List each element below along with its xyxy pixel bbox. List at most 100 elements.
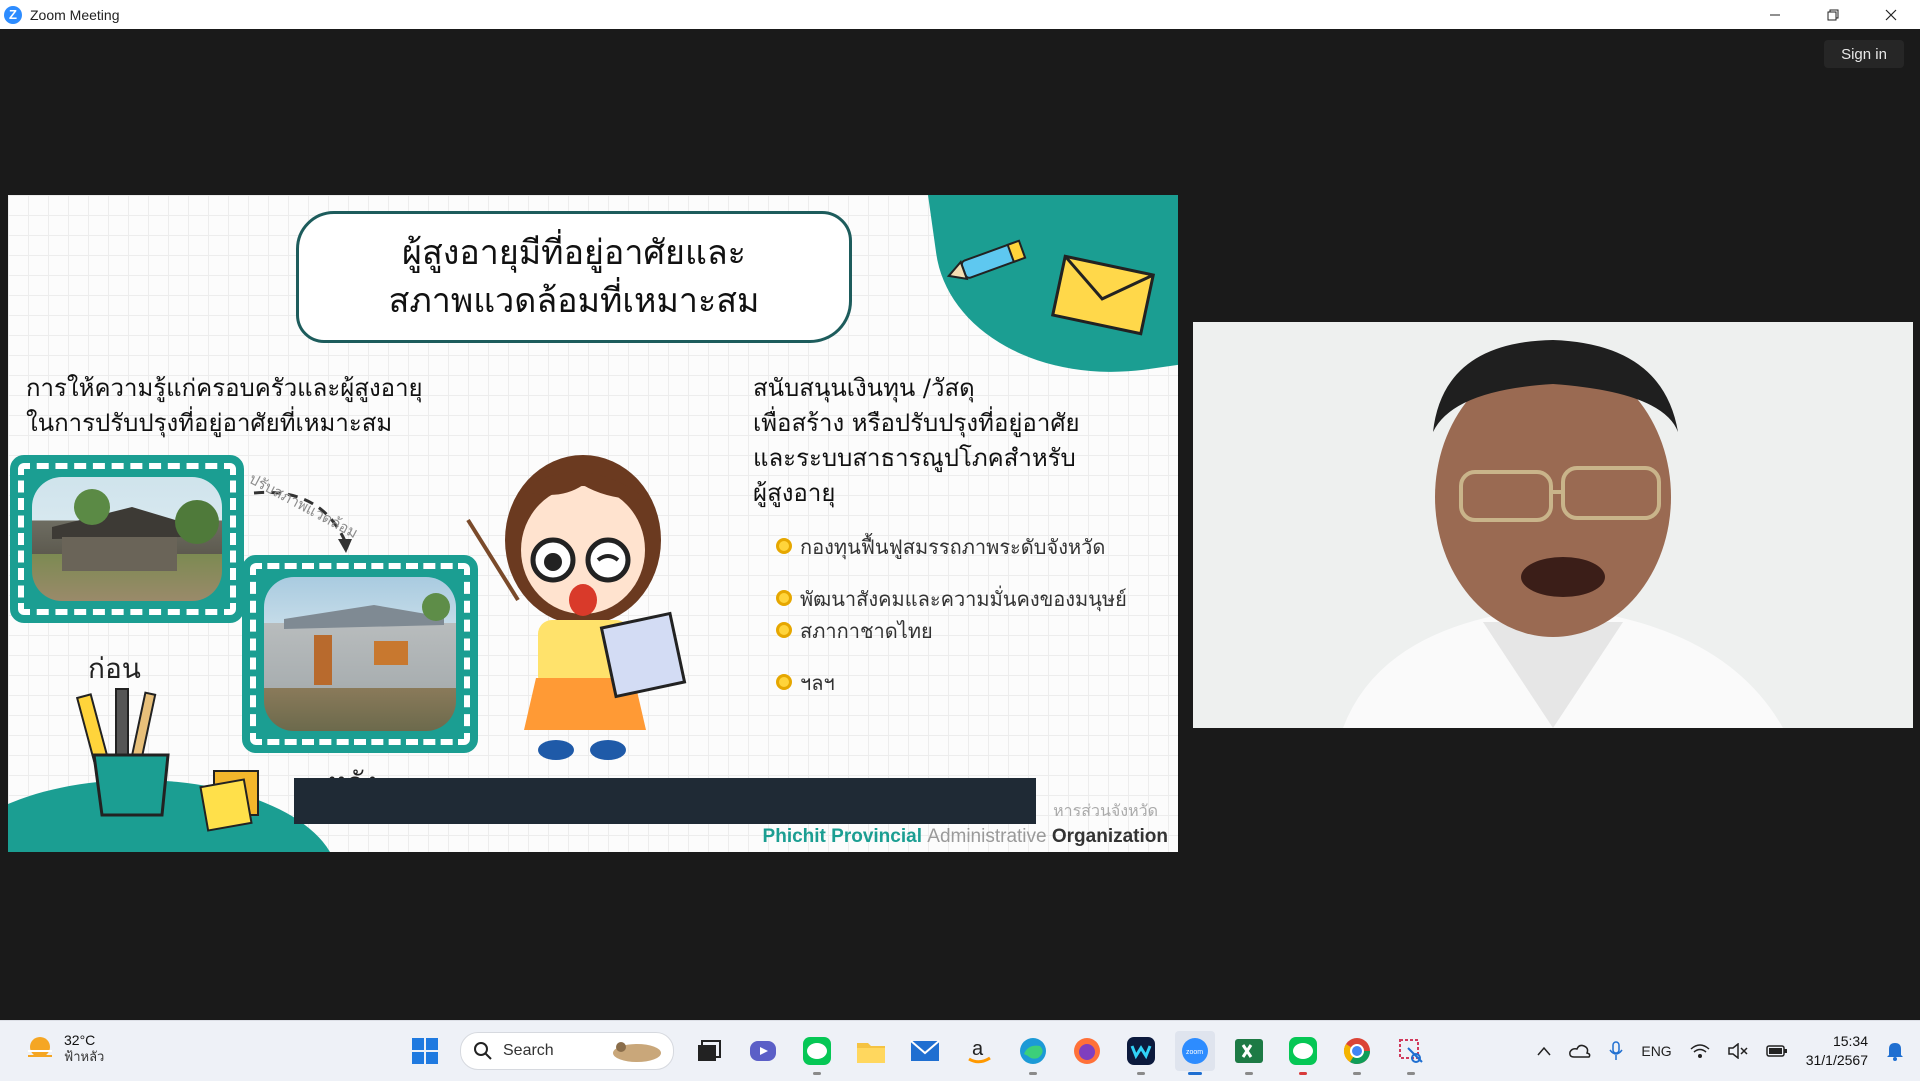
footer-word: Phichit Provincial	[762, 826, 922, 847]
running-indicator	[1137, 1072, 1145, 1075]
slide-title-line: ผู้สูงอายุมีที่อยู่อาศัยและ	[402, 233, 746, 273]
start-button[interactable]	[405, 1031, 445, 1071]
microphone-button[interactable]	[1609, 1041, 1623, 1061]
firefox-button[interactable]	[1067, 1031, 1107, 1071]
battery-button[interactable]	[1765, 1044, 1788, 1058]
battery-icon	[1765, 1045, 1787, 1057]
minimize-icon	[1770, 14, 1780, 15]
new-house-image	[284, 593, 450, 685]
teams-meet-icon	[750, 1041, 776, 1061]
restore-button[interactable]	[1804, 0, 1862, 29]
file-explorer-button[interactable]	[851, 1031, 891, 1071]
bell-icon	[1887, 1043, 1903, 1061]
shared-screen-slide: ผู้สูงอายุมีที่อยู่อาศัยและ สภาพแวดล้อมท…	[8, 195, 1178, 852]
slide-title: ผู้สูงอายุมีที่อยู่อาศัยและ สภาพแวดล้อมท…	[296, 211, 852, 343]
running-indicator	[1029, 1072, 1037, 1075]
line-app-button-2[interactable]	[1283, 1031, 1323, 1075]
taskbar-search-box[interactable]: Search	[460, 1032, 674, 1070]
microphone-icon	[1609, 1041, 1623, 1060]
search-label: Search	[503, 1042, 554, 1059]
chrome-button[interactable]	[1337, 1031, 1377, 1075]
close-button[interactable]	[1862, 0, 1920, 29]
svg-text:a: a	[972, 1038, 984, 1060]
amazon-button[interactable]: a	[959, 1031, 999, 1071]
line-app-button[interactable]	[797, 1031, 837, 1075]
running-indicator	[813, 1072, 821, 1075]
zoom-icon: zoom	[1182, 1038, 1208, 1064]
before-photo-frame	[10, 455, 244, 623]
slide-footer: Phichit Provincial Administrative Organi…	[763, 826, 1168, 848]
sign-in-button[interactable]: Sign in	[1824, 40, 1904, 68]
taskbar-apps: Search a zoom	[398, 1031, 1438, 1075]
chevron-up-icon	[1537, 1046, 1551, 1056]
after-house-photo	[264, 577, 456, 731]
minimize-button[interactable]	[1746, 0, 1804, 29]
line-icon	[1289, 1037, 1317, 1065]
running-indicator	[1245, 1072, 1253, 1075]
chrome-icon	[1343, 1038, 1371, 1065]
network-button[interactable]	[1690, 1043, 1710, 1059]
window-title: Zoom Meeting	[30, 6, 120, 23]
onedrive-button[interactable]	[1569, 1043, 1591, 1059]
weather-widget[interactable]: 32°C ฟ้าหลัว	[24, 1031, 104, 1067]
webex-icon	[1127, 1037, 1155, 1065]
zoom-app-icon: Z	[4, 5, 22, 24]
bullet-item: ฯลฯ	[776, 667, 1178, 699]
wifi-icon	[1690, 1044, 1710, 1058]
amazon-icon: a	[968, 1038, 991, 1064]
bullet-list: กองทุนฟื้นฟูสมรรถภาพระดับจังหวัด พัฒนาสั…	[776, 531, 1178, 719]
webex-button[interactable]	[1121, 1031, 1161, 1075]
participant-video-image	[1193, 322, 1913, 728]
clock-date: 31/1/2567	[1805, 1052, 1868, 1068]
sticky-notes-icon	[199, 770, 259, 832]
old-house-image	[52, 489, 219, 571]
input-language-indicator[interactable]: ENG	[1641, 1043, 1671, 1059]
redaction-bar	[294, 778, 1036, 824]
speaker-muted-icon	[1727, 1043, 1748, 1059]
weather-condition: ฟ้าหลัว	[64, 1050, 105, 1065]
left-heading: การให้ความรู้แก่ครอบครัวและผู้สูงอายุ ใน…	[26, 371, 423, 441]
teams-button[interactable]	[743, 1031, 783, 1071]
task-view-button[interactable]	[689, 1031, 729, 1071]
mail-icon	[910, 1040, 940, 1061]
restore-icon	[1827, 9, 1839, 20]
bullet-item: สภากาชาดไทย	[776, 615, 1178, 647]
right-heading-line: ผู้สูงอายุ	[753, 479, 836, 507]
after-photo-frame	[242, 555, 478, 753]
task-view-icon	[698, 1040, 721, 1061]
pencil-cup-icon	[76, 688, 170, 817]
running-indicator	[1407, 1072, 1415, 1075]
edge-button[interactable]	[1013, 1031, 1053, 1075]
active-indicator	[1188, 1072, 1202, 1075]
clock[interactable]: 15:34 31/1/2567	[1806, 1032, 1868, 1070]
folder-icon	[857, 1043, 885, 1063]
volume-button[interactable]	[1727, 1043, 1748, 1059]
slide-title-line: สภาพแวดล้อมที่เหมาะสม	[388, 281, 760, 321]
show-hidden-icons-button[interactable]	[1537, 1046, 1551, 1056]
line-icon	[803, 1037, 831, 1065]
excel-button[interactable]	[1229, 1031, 1269, 1075]
snipping-tool-button[interactable]	[1391, 1031, 1431, 1075]
left-heading-line: ในการปรับปรุงที่อยู่อาศัยที่เหมาะสม	[26, 409, 393, 437]
participant-video[interactable]	[1193, 322, 1913, 728]
envelope-icon	[1050, 254, 1156, 336]
right-heading-line: สนับสนุนเงินทุน /วัสดุ	[753, 374, 975, 402]
windows-taskbar: 32°C ฟ้าหลัว Search a zoom ENG 15:34 31/…	[0, 1020, 1920, 1081]
mail-button[interactable]	[905, 1031, 945, 1071]
cartoon-teacher-illustration	[466, 455, 687, 760]
pencil-icon	[946, 239, 1027, 281]
weather-temperature: 32°C	[64, 1032, 96, 1048]
edge-icon	[1020, 1038, 1046, 1064]
snipping-tool-icon	[1399, 1039, 1423, 1063]
zoom-button[interactable]: zoom	[1175, 1031, 1215, 1075]
footer-word: Organization	[1051, 826, 1168, 847]
notifications-button[interactable]	[1886, 1041, 1904, 1061]
svg-text:zoom: zoom	[1186, 1049, 1203, 1056]
running-indicator	[1353, 1072, 1361, 1075]
bullet-item: กองทุนฟื้นฟูสมรรถภาพระดับจังหวัด	[776, 531, 1178, 563]
right-heading-line: และระบบสาธารณูปโภคสำหรับ	[753, 444, 1076, 472]
footer-thai-text: หารส่วนจังหวัด	[1053, 801, 1158, 820]
system-tray: ENG 15:34 31/1/2567	[1528, 1021, 1920, 1081]
hazy-sun-icon	[28, 1037, 52, 1057]
excel-icon	[1235, 1039, 1263, 1063]
